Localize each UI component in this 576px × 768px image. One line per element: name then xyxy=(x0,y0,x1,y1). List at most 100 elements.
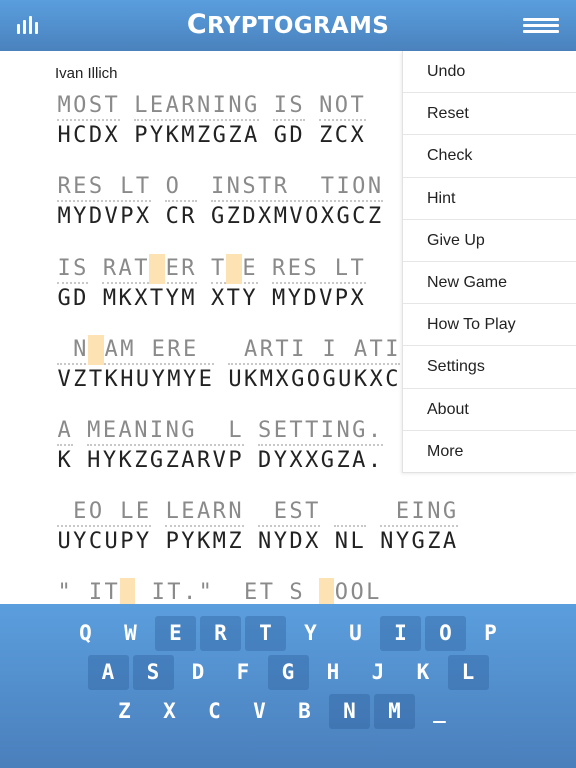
guess-row[interactable]: " IT IT." xyxy=(57,578,214,604)
guess-letter[interactable]: L xyxy=(366,578,382,604)
guess-letter[interactable] xyxy=(306,335,322,365)
key-y[interactable]: Y xyxy=(290,616,331,651)
guess-letter[interactable]: A xyxy=(244,335,260,365)
guess-letter[interactable]: N xyxy=(228,91,244,121)
puzzle-word[interactable]: O CR xyxy=(165,172,197,232)
key-u[interactable]: U xyxy=(335,616,376,651)
key-e[interactable]: E xyxy=(155,616,196,651)
puzzle-word[interactable]: ET xyxy=(228,578,275,604)
guess-letter[interactable]: G xyxy=(352,416,368,446)
guess-row[interactable]: N AM ERE xyxy=(57,335,214,365)
selected-letter-slot[interactable] xyxy=(88,335,105,365)
key-h[interactable]: H xyxy=(313,655,354,690)
guess-letter[interactable]: L xyxy=(120,172,136,202)
puzzle-word[interactable]: " IT IT." xyxy=(57,578,214,604)
puzzle-word[interactable]: N AM ERE VZTKHUYMYE xyxy=(57,335,214,395)
guess-row[interactable]: OOL xyxy=(318,578,382,604)
key-g[interactable]: G xyxy=(267,655,309,690)
guess-letter[interactable] xyxy=(289,172,305,202)
guess-letter[interactable] xyxy=(334,497,350,527)
guess-letter[interactable]: I xyxy=(57,254,73,284)
guess-letter[interactable]: O xyxy=(334,91,350,121)
guess-row[interactable]: O xyxy=(165,172,197,202)
guess-letter[interactable]: T xyxy=(259,578,275,604)
key-o[interactable]: O xyxy=(425,616,466,651)
guess-letter[interactable] xyxy=(338,335,354,365)
key-r[interactable]: R xyxy=(200,616,241,651)
guess-letter[interactable]: T xyxy=(289,416,305,446)
guess-letter[interactable]: I xyxy=(151,578,167,604)
key-m[interactable]: M xyxy=(374,694,415,729)
puzzle-word[interactable]: AK xyxy=(57,416,73,476)
menu-item-new-game[interactable]: New Game xyxy=(403,262,576,305)
guess-letter[interactable]: R xyxy=(181,254,197,284)
guess-letter[interactable]: T xyxy=(211,254,227,284)
menu-item-check[interactable]: Check xyxy=(403,135,576,178)
guess-letter[interactable]: L xyxy=(334,254,350,284)
puzzle-word[interactable]: LEARN PYKMZ xyxy=(165,497,244,557)
puzzle-word[interactable]: SETTING. DYXXGZA. xyxy=(257,416,384,476)
puzzle-word[interactable]: MEANING L HYKZGZARVP xyxy=(86,416,244,476)
guess-letter[interactable]: N xyxy=(226,172,242,202)
guess-row[interactable]: INSTR TION xyxy=(210,172,384,202)
guess-letter[interactable]: L xyxy=(134,91,150,121)
guess-letter[interactable]: E xyxy=(73,172,89,202)
guess-letter[interactable]: " xyxy=(198,578,214,604)
guess-row[interactable]: IS xyxy=(57,254,89,284)
guess-row[interactable]: S xyxy=(289,578,305,604)
guess-letter[interactable]: T xyxy=(134,254,150,284)
guess-letter[interactable]: E xyxy=(73,497,89,527)
guess-letter[interactable]: E xyxy=(181,497,197,527)
guess-letter[interactable]: T xyxy=(320,172,336,202)
guess-letter[interactable] xyxy=(135,335,151,365)
guess-letter[interactable] xyxy=(57,335,73,365)
guess-letter[interactable]: T xyxy=(104,91,120,121)
guess-letter[interactable]: I xyxy=(336,172,352,202)
guess-letter[interactable]: N xyxy=(197,91,213,121)
selected-letter-slot[interactable] xyxy=(119,578,136,604)
puzzle-word[interactable]: MOST HCDX xyxy=(57,91,120,151)
guess-row[interactable]: LEARNING xyxy=(133,91,260,121)
guess-letter[interactable]: N xyxy=(427,497,443,527)
guess-letter[interactable]: E xyxy=(183,335,199,365)
guess-letter[interactable]: O xyxy=(73,91,89,121)
guess-row[interactable]: RAT ER xyxy=(102,254,197,284)
key-k[interactable]: K xyxy=(403,655,444,690)
puzzle-word[interactable]: EING NYGZA xyxy=(379,497,459,557)
guess-letter[interactable] xyxy=(228,335,244,365)
guess-letter[interactable]: E xyxy=(149,91,165,121)
puzzle-word[interactable]: T E XTY xyxy=(210,254,258,314)
puzzle-word[interactable]: S xyxy=(289,578,305,604)
puzzle-word[interactable]: EST NYDX xyxy=(257,497,321,557)
guess-row[interactable]: RES LT xyxy=(271,254,366,284)
guess-letter[interactable]: R xyxy=(167,335,183,365)
key-f[interactable]: F xyxy=(223,655,264,690)
menu-item-more[interactable]: More xyxy=(403,431,576,473)
guess-row[interactable]: T E xyxy=(210,254,258,284)
guess-letter[interactable]: E xyxy=(102,416,118,446)
guess-letter[interactable]: I xyxy=(320,416,336,446)
guess-letter[interactable]: M xyxy=(120,335,136,365)
guess-letter[interactable] xyxy=(350,497,366,527)
guess-letter[interactable]: . xyxy=(183,578,199,604)
guess-row[interactable]: ARTI I ATI xyxy=(227,335,401,365)
guess-letter[interactable]: R xyxy=(102,254,118,284)
guess-letter[interactable]: I xyxy=(273,91,289,121)
puzzle-word[interactable]: OOL xyxy=(318,578,382,604)
guess-letter[interactable] xyxy=(258,497,274,527)
puzzle-word[interactable]: ARTI I ATI UKMXGOGUKXC xyxy=(227,335,401,395)
guess-letter[interactable] xyxy=(198,335,214,365)
puzzle-word[interactable]: RES LT MYDVPX xyxy=(57,172,152,232)
key-q[interactable]: Q xyxy=(65,616,106,651)
guess-letter[interactable]: G xyxy=(181,416,197,446)
guess-letter[interactable]: M xyxy=(57,91,73,121)
guess-letter[interactable]: R xyxy=(272,254,288,284)
key-z[interactable]: Z xyxy=(104,694,145,729)
menu-item-about[interactable]: About xyxy=(403,389,576,431)
guess-letter[interactable]: I xyxy=(211,172,227,202)
guess-letter[interactable]: E xyxy=(395,497,411,527)
guess-letter[interactable]: A xyxy=(165,91,181,121)
key-blank[interactable]: _ xyxy=(419,694,460,729)
key-j[interactable]: J xyxy=(358,655,399,690)
guess-letter[interactable]: N xyxy=(319,91,335,121)
